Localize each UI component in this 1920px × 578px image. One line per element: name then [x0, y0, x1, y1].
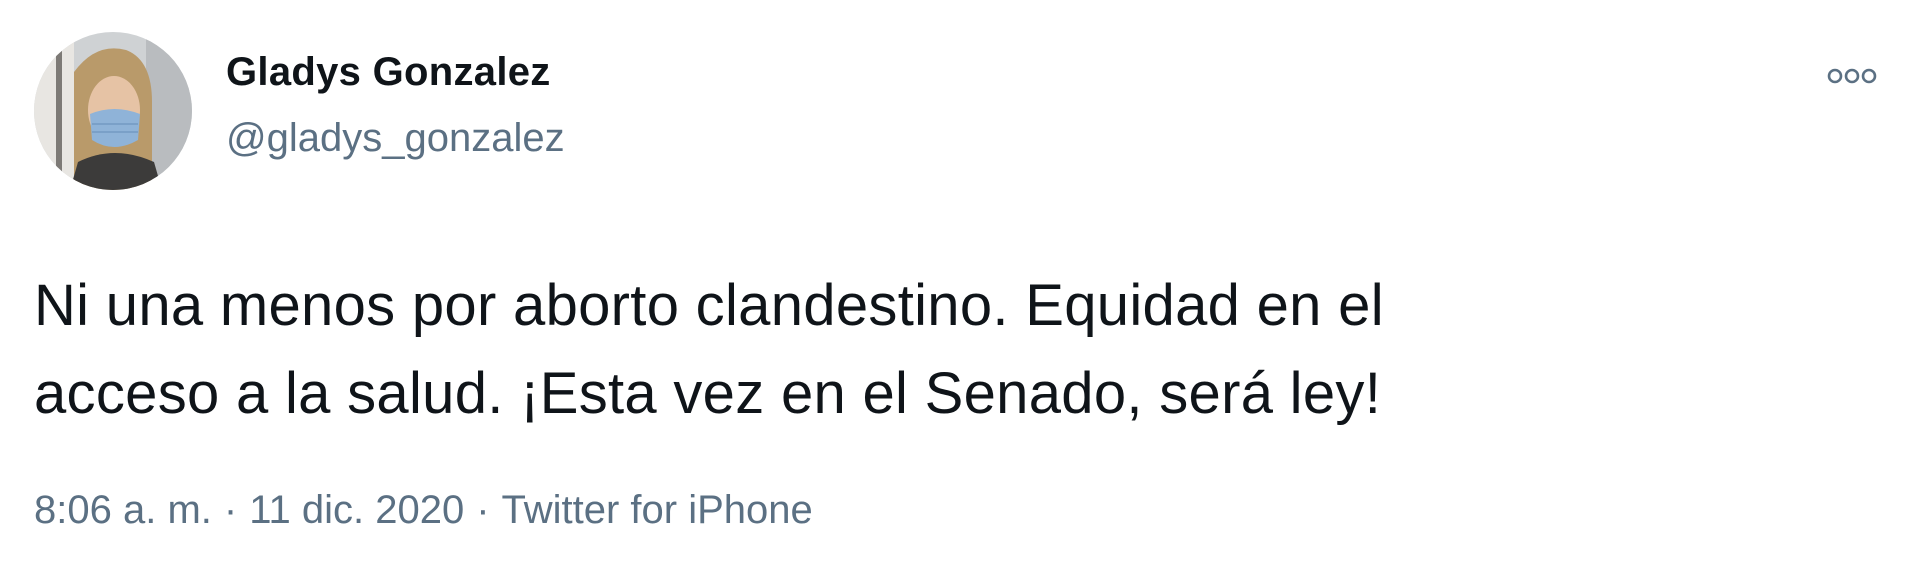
meta-separator: ·	[476, 488, 490, 532]
author-handle[interactable]: @gladys_gonzalez	[226, 118, 565, 158]
tweet-text-line: acceso a la salud. ¡Esta vez en el Senad…	[34, 361, 1382, 426]
tweet-source[interactable]: Twitter for iPhone	[502, 490, 813, 530]
more-dots-icon	[1827, 68, 1877, 84]
avatar[interactable]	[34, 32, 192, 190]
profile-photo-icon	[34, 32, 192, 190]
tweet-date[interactable]: 11 dic. 2020	[249, 490, 464, 530]
tweet-meta: 8:06 a. m. · 11 dic. 2020 · Twitter for …	[34, 490, 813, 530]
tweet-text-line: Ni una menos por aborto clandestino. Equ…	[34, 273, 1384, 338]
tweet-text: Ni una menos por aborto clandestino. Equ…	[34, 262, 1834, 438]
author-display-name[interactable]: Gladys Gonzalez	[226, 52, 551, 92]
meta-separator: ·	[223, 488, 238, 532]
tweet-card: Gladys Gonzalez @gladys_gonzalez Ni una …	[0, 0, 1920, 578]
tweet-time[interactable]: 8:06 a. m.	[34, 490, 212, 530]
more-options-button[interactable]	[1820, 56, 1884, 96]
